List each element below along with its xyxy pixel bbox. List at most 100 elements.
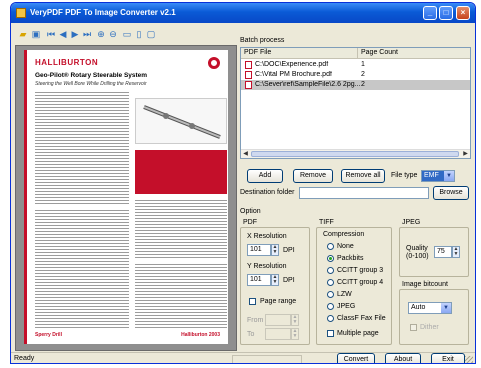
page-footer-left: Sperry Drill xyxy=(35,332,62,338)
multiple-page-checkbox[interactable] xyxy=(327,330,334,337)
x-resolution-input[interactable]: 101 xyxy=(247,244,271,256)
close-button[interactable]: × xyxy=(456,6,470,20)
image-bitcount-label: Image bitcount xyxy=(400,281,450,288)
convert-button[interactable]: Convert xyxy=(337,353,375,363)
quality-input[interactable]: 75 xyxy=(434,246,452,258)
scroll-thumb[interactable] xyxy=(251,151,459,157)
dpi-label: DPI xyxy=(283,247,295,254)
page-count: 2 xyxy=(361,81,365,88)
compression-ccitt4-radio[interactable] xyxy=(327,279,334,286)
page-title: Geo-Pilot® Rotary Steerable System xyxy=(35,72,148,79)
window-title: VeryPDF PDF To Image Converter v2.1 xyxy=(30,8,176,17)
next-page-icon[interactable]: ▶ xyxy=(69,28,81,40)
y-resolution-input[interactable]: 101 xyxy=(247,274,271,286)
table-row[interactable]: C:\DOC\Experience.pdf 1 xyxy=(241,60,470,70)
horizontal-scrollbar[interactable]: ◀ ▶ xyxy=(241,149,470,158)
list-header: PDF File Page Count xyxy=(241,48,470,59)
quality-spinner[interactable]: ▲ ▼ xyxy=(452,246,460,258)
compression-none-label: None xyxy=(337,243,354,250)
dpi-label: DPI xyxy=(283,277,295,284)
file-type-select[interactable]: EMF ▼ xyxy=(421,170,455,182)
save-icon[interactable]: ▣ xyxy=(30,28,42,40)
compression-classf-label: ClassF Fax File xyxy=(337,315,386,322)
compression-ccitt3-radio[interactable] xyxy=(327,267,334,274)
compression-jpeg-label: JPEG xyxy=(337,303,356,310)
compression-ccitt3-label: CCITT group 3 xyxy=(337,267,384,274)
first-page-icon[interactable]: ⏮ xyxy=(45,28,57,40)
y-resolution-label: Y Resolution xyxy=(247,263,287,270)
pdf-file-icon xyxy=(245,61,252,69)
exit-button[interactable]: Exit xyxy=(431,353,465,363)
add-button[interactable]: Add xyxy=(247,169,283,183)
batch-file-list[interactable]: PDF File Page Count C:\DOC\Experience.pd… xyxy=(240,47,471,159)
table-row-selected[interactable]: C:\Sever\ref\SampleFile\2.6 2pg... 2 xyxy=(241,80,470,90)
column-header-page-count[interactable]: Page Count xyxy=(361,49,398,56)
scroll-right-arrow-icon[interactable]: ▶ xyxy=(461,150,470,158)
to-page-spinner[interactable]: ▲ ▼ xyxy=(291,328,299,340)
column-divider[interactable] xyxy=(357,48,358,59)
title-bar[interactable]: VeryPDF PDF To Image Converter v2.1 _ □ … xyxy=(11,3,475,23)
to-page-input[interactable] xyxy=(265,328,291,340)
about-button[interactable]: About xyxy=(385,353,421,363)
from-page-spinner[interactable]: ▲ ▼ xyxy=(291,314,299,326)
page-footer-right: Halliburton 2003 xyxy=(181,332,220,338)
pdf-group: PDF X Resolution 101 ▲ ▼ DPI Y Resolution… xyxy=(240,219,310,345)
page-count: 2 xyxy=(361,71,365,78)
remove-all-button[interactable]: Remove all xyxy=(341,169,385,183)
status-progress-panel xyxy=(232,355,302,363)
fit-page-icon[interactable]: ▢ xyxy=(145,28,157,40)
image-bitcount-value: Auto xyxy=(411,304,426,311)
minimize-button[interactable]: _ xyxy=(423,6,437,20)
image-bitcount-select[interactable]: Auto ▼ xyxy=(408,302,452,314)
tiff-group: TIFF Compression None Packbits CCITT gro… xyxy=(316,219,392,345)
chevron-down-icon[interactable]: ▼ xyxy=(444,171,454,181)
chevron-down-icon[interactable]: ▼ xyxy=(441,303,451,313)
compression-ccitt4-label: CCITT group 4 xyxy=(337,279,384,286)
file-type-label: File type xyxy=(391,172,418,179)
page-range-label: Page range xyxy=(260,298,297,305)
dither-label: Dither xyxy=(420,324,439,331)
file-path: C:\Vital PM Brochure.pdf xyxy=(255,71,332,78)
y-resolution-spinner[interactable]: ▲ ▼ xyxy=(271,274,279,286)
compression-lzw-radio[interactable] xyxy=(327,291,334,298)
table-row[interactable]: C:\Vital PM Brochure.pdf 2 xyxy=(241,70,470,80)
pdf-group-label: PDF xyxy=(241,219,259,226)
tiff-group-label: TIFF xyxy=(317,219,336,226)
compression-lzw-label: LZW xyxy=(337,291,352,298)
status-bar: Ready Convert About Exit xyxy=(11,352,475,363)
x-resolution-label: X Resolution xyxy=(247,233,287,240)
open-folder-icon[interactable]: ▰ xyxy=(17,28,29,40)
compression-classf-radio[interactable] xyxy=(327,315,334,322)
image-bitcount-group: Image bitcount Auto ▼ Dither xyxy=(399,281,469,345)
compression-none-radio[interactable] xyxy=(327,243,334,250)
zoom-in-icon[interactable]: ⊕ xyxy=(95,28,107,40)
remove-button[interactable]: Remove xyxy=(293,169,333,183)
page-text-column xyxy=(135,200,227,258)
last-page-icon[interactable]: ⏭ xyxy=(81,28,93,40)
x-resolution-spinner[interactable]: ▲ ▼ xyxy=(271,244,279,256)
from-page-input[interactable] xyxy=(265,314,291,326)
compression-jpeg-radio[interactable] xyxy=(327,303,334,310)
column-header-pdf-file[interactable]: PDF File xyxy=(244,49,271,56)
page-text-column xyxy=(35,210,129,328)
to-label: To xyxy=(247,331,255,338)
file-path: C:\Sever\ref\SampleFile\2.6 2pg... xyxy=(255,81,361,88)
scroll-left-arrow-icon[interactable]: ◀ xyxy=(241,150,250,158)
maximize-button[interactable]: □ xyxy=(439,6,453,20)
pdf-file-icon xyxy=(245,71,252,79)
file-path: C:\DOC\Experience.pdf xyxy=(255,61,329,68)
pdf-preview-pane[interactable]: HALLIBURTON Geo-Pilot® Rotary Steerable … xyxy=(15,45,237,351)
page-view-icon[interactable]: ▭ xyxy=(121,28,133,40)
compression-packbits-radio[interactable] xyxy=(327,255,334,262)
fit-width-icon[interactable]: ▯ xyxy=(133,28,145,40)
browse-button[interactable]: Browse xyxy=(433,186,469,200)
zoom-out-icon[interactable]: ⊖ xyxy=(107,28,119,40)
page-range-checkbox[interactable] xyxy=(249,298,256,305)
from-label: From xyxy=(247,317,264,324)
batch-process-label: Batch process xyxy=(240,37,285,44)
destination-folder-input[interactable] xyxy=(299,187,429,199)
previous-page-icon[interactable]: ◀ xyxy=(57,28,69,40)
compression-packbits-label: Packbits xyxy=(337,255,364,262)
dither-checkbox[interactable] xyxy=(410,324,417,331)
resize-grip-icon[interactable] xyxy=(465,356,473,363)
